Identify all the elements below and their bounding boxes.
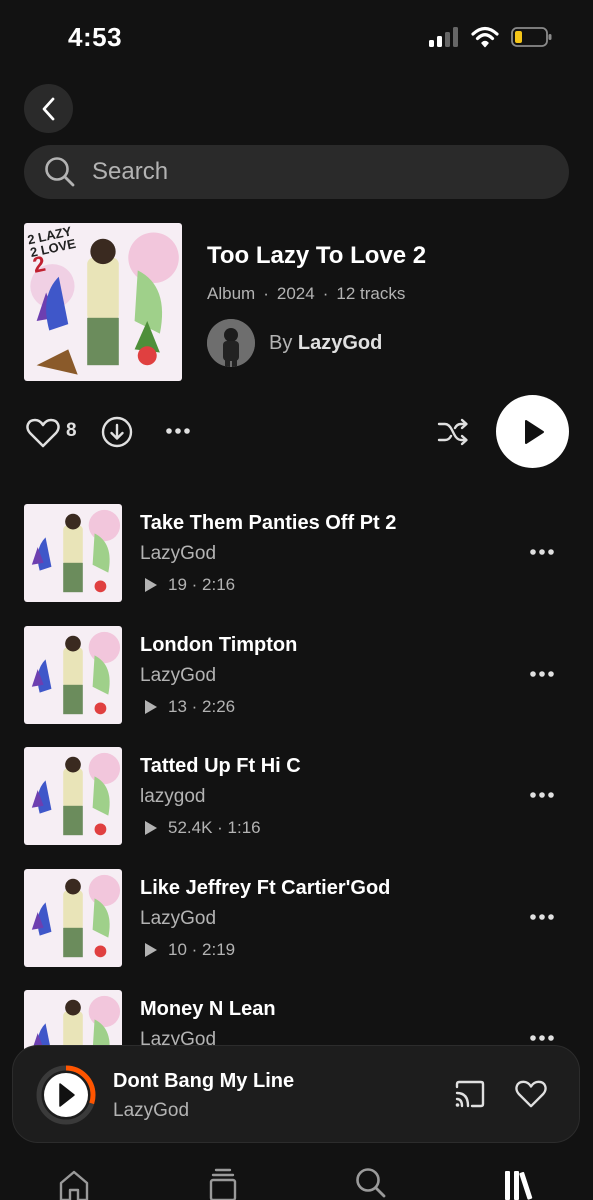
track-row[interactable]: London Timpton LazyGod 13 · 2:26 [24,626,569,724]
track-title: Money N Lean [140,998,276,1020]
track-row[interactable]: Tatted Up Ft Hi C lazygod 52.4K · 1:16 [24,747,569,845]
status-time: 4:53 [68,22,123,52]
track-artist: LazyGod [140,543,217,564]
play-button[interactable] [496,395,569,468]
play-icon [145,943,157,957]
track-artist: LazyGod [140,665,217,686]
wifi-icon [471,26,499,48]
cast-icon[interactable] [454,1080,486,1108]
track-duration: 2:16 [202,575,236,594]
track-stats: 19 · 2:16 [144,575,235,595]
track-artist: lazygod [140,786,206,807]
play-icon [524,419,544,444]
album-meta: Album · 2024 · 12 tracks [207,284,406,303]
more-options-icon[interactable] [527,542,557,562]
track-stats: 13 · 2:26 [144,697,235,717]
track-row[interactable]: Like Jeffrey Ft Cartier'God LazyGod 10 · 2… [24,869,569,967]
more-options-icon[interactable] [527,907,557,927]
track-plays: 52.4K [168,818,213,837]
album-track-count: 12 tracks [336,284,406,303]
play-icon [145,821,157,835]
track-stats: 52.4K · 1:16 [144,818,261,838]
now-playing-artist: LazyGod [113,1100,190,1121]
shuffle-icon[interactable] [437,418,469,446]
album-type: Album [207,284,256,303]
search-icon[interactable] [355,1167,387,1200]
album-title: Too Lazy To Love 2 [207,242,427,269]
track-artwork [24,504,122,602]
cellular-signal-icon [429,27,458,47]
track-row[interactable]: Take Them Panties Off Pt 2 LazyGod 19 · 2:… [24,504,569,602]
artist-link[interactable]: By LazyGod [207,319,382,367]
heart-icon[interactable] [26,417,60,449]
track-artwork [24,747,122,845]
back-button[interactable] [24,84,73,133]
home-icon[interactable] [58,1168,90,1200]
artist-name: LazyGod [297,331,383,354]
track-artwork [24,626,122,724]
more-options-icon[interactable] [527,785,557,805]
mini-player[interactable]: Dont Bang My Line LazyGod [12,1045,580,1143]
feed-icon[interactable] [209,1168,237,1200]
chevron-left-icon [42,97,54,120]
search-placeholder: Search [92,158,169,185]
play-icon [145,578,157,592]
library-icon[interactable] [503,1167,535,1200]
status-icons [429,26,553,48]
album-year: 2024 [276,284,315,303]
track-title: London Timpton [140,634,298,656]
track-artist: LazyGod [140,908,217,929]
album-cover: 2 LAZY 2 LOVE 2 [24,223,182,381]
like-count: 8 [66,420,77,441]
more-options-icon[interactable] [165,426,191,436]
search-input[interactable]: Search [24,145,569,199]
mini-player-play-button[interactable] [35,1064,97,1126]
play-icon [145,700,157,714]
heart-icon[interactable] [514,1079,548,1109]
artist-avatar [207,319,255,367]
now-playing-title: Dont Bang My Line [113,1070,295,1092]
track-plays: 10 [168,940,187,959]
track-plays: 13 [168,697,187,716]
track-stats: 10 · 2:19 [144,940,235,960]
track-duration: 1:16 [227,818,261,837]
battery-icon [511,27,552,47]
track-title: Like Jeffrey Ft Cartier'God [140,877,391,899]
track-duration: 2:19 [202,940,236,959]
track-artwork [24,869,122,967]
search-icon [45,157,75,187]
track-title: Tatted Up Ft Hi C [140,755,301,777]
bottom-nav [0,1150,593,1200]
download-icon[interactable] [101,416,133,448]
track-title: Take Them Panties Off Pt 2 [140,512,397,534]
more-options-icon[interactable] [527,664,557,684]
artist-byline: By LazyGod [269,331,383,354]
track-plays: 19 [168,575,187,594]
track-duration: 2:26 [202,697,236,716]
